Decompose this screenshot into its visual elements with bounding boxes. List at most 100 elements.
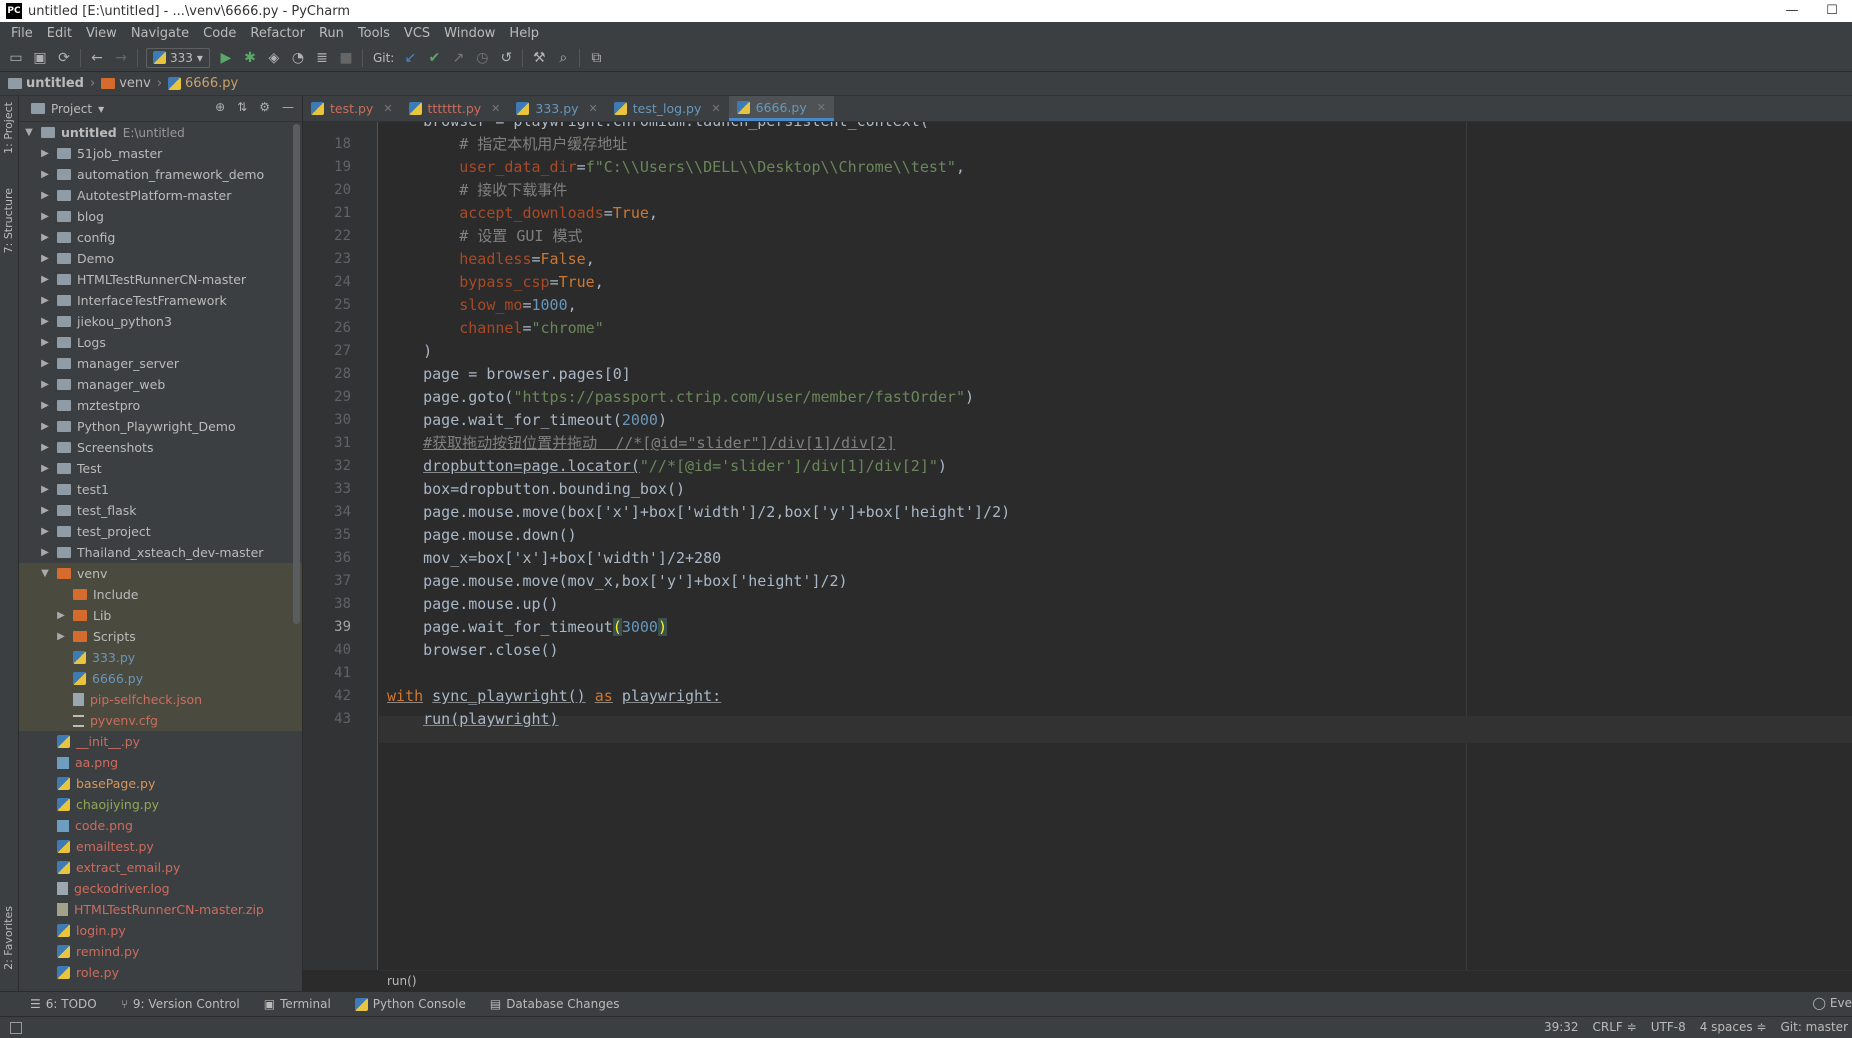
expand-arrow-icon[interactable]: ▶ xyxy=(39,211,51,222)
tree-folder[interactable]: ▶ test_project xyxy=(19,521,302,542)
tool-tab-project[interactable]: 1: Project xyxy=(2,102,15,154)
tree-folder-include[interactable]: Include xyxy=(19,584,302,605)
git-push-icon[interactable]: ↗ xyxy=(446,47,470,69)
expand-arrow-icon[interactable]: ▶ xyxy=(39,253,51,264)
tree-file[interactable]: __init__.py xyxy=(19,731,302,752)
close-icon[interactable]: ✕ xyxy=(817,101,826,114)
search-icon[interactable]: ⌕ xyxy=(551,47,575,69)
expand-arrow-icon[interactable]: ▶ xyxy=(39,148,51,159)
expand-arrow-icon[interactable]: ▶ xyxy=(39,463,51,474)
tree-file[interactable]: emailtest.py xyxy=(19,836,302,857)
git-update-icon[interactable]: ↙ xyxy=(398,47,422,69)
menu-refactor[interactable]: Refactor xyxy=(243,26,312,41)
expand-arrow-icon[interactable]: ▶ xyxy=(39,442,51,453)
indent-setting[interactable]: 4 spaces ≑ xyxy=(1700,1020,1767,1034)
event-log-button[interactable]: ◯ Eve xyxy=(1812,996,1852,1010)
save-all-icon[interactable]: ▣ xyxy=(28,47,52,69)
tree-file[interactable]: aa.png xyxy=(19,752,302,773)
tree-file[interactable]: extract_email.py xyxy=(19,857,302,878)
tab-test-log-py[interactable]: test_log.py ✕ xyxy=(606,96,729,121)
expand-arrow-icon[interactable]: ▶ xyxy=(39,379,51,390)
expand-arrow-icon[interactable]: ▶ xyxy=(39,190,51,201)
locate-icon[interactable]: ⊕ xyxy=(215,100,225,114)
vcs-branch[interactable]: Git: master xyxy=(1780,1020,1848,1034)
file-encoding[interactable]: UTF-8 xyxy=(1651,1020,1686,1034)
expand-arrow-icon[interactable]: ▶ xyxy=(39,526,51,537)
tool-tab-version-control[interactable]: ⑂ 9: Version Control xyxy=(121,997,240,1011)
menu-view[interactable]: View xyxy=(79,26,124,41)
expand-arrow-icon[interactable]: ▶ xyxy=(39,484,51,495)
close-icon[interactable]: ✕ xyxy=(383,102,392,115)
run-icon[interactable]: ▶ xyxy=(214,47,238,69)
code-breadcrumb[interactable]: run() xyxy=(379,970,1852,991)
tree-file[interactable]: pip-selfcheck.json xyxy=(19,689,302,710)
tree-file[interactable]: role.py xyxy=(19,962,302,983)
menu-tools[interactable]: Tools xyxy=(351,26,397,41)
tool-tab-structure[interactable]: 7: Structure xyxy=(2,188,15,253)
tree-file[interactable]: code.png xyxy=(19,815,302,836)
code-editor[interactable]: browser = playwright.chromium.launch_per… xyxy=(379,122,1852,970)
menu-run[interactable]: Run xyxy=(312,26,351,41)
tool-tab-python-console[interactable]: Python Console xyxy=(354,997,466,1011)
profile-icon[interactable]: ◔ xyxy=(286,47,310,69)
tab-333-py[interactable]: 333.py ✕ xyxy=(508,96,605,121)
minimize-button[interactable]: — xyxy=(1772,0,1812,22)
line-separator[interactable]: CRLF ≑ xyxy=(1593,1020,1637,1034)
line-number-gutter[interactable]: 18 19 20 21 22 23 24 25 26 27 28 29 30 31 32 33 34 35 36 37… xyxy=(303,122,378,970)
tree-folder[interactable]: ▶ InterfaceTestFramework xyxy=(19,290,302,311)
tab-ttttttt-py[interactable]: ttttttt.py ✕ xyxy=(401,96,509,121)
expand-arrow-icon[interactable]: ▶ xyxy=(39,505,51,516)
rollback-icon[interactable]: ↺ xyxy=(494,47,518,69)
sync-icon[interactable]: ⟳ xyxy=(52,47,76,69)
tree-folder[interactable]: ▶ Logs xyxy=(19,332,302,353)
tree-folder[interactable]: ▶ Thailand_xsteach_dev-master xyxy=(19,542,302,563)
tree-folder[interactable]: ▶ automation_framework_demo xyxy=(19,164,302,185)
menu-code[interactable]: Code xyxy=(196,26,243,41)
tree-file[interactable]: 6666.py xyxy=(19,668,302,689)
project-view-select[interactable]: Project ▾ xyxy=(31,102,104,116)
expand-arrow-icon[interactable]: ▼ xyxy=(23,127,35,138)
tree-folder[interactable]: ▶ Test xyxy=(19,458,302,479)
tool-tab-terminal[interactable]: ▣ Terminal xyxy=(264,997,331,1011)
expand-arrow-icon[interactable]: ▶ xyxy=(39,316,51,327)
tree-folder-scripts[interactable]: ▶ Scripts xyxy=(19,626,302,647)
run-config-select[interactable]: 333 ▾ xyxy=(146,47,210,68)
gear-icon[interactable]: ⚙ xyxy=(259,100,270,114)
tab-test-py[interactable]: test.py ✕ xyxy=(303,96,401,121)
tree-folder[interactable]: ▶ jiekou_python3 xyxy=(19,311,302,332)
git-commit-icon[interactable]: ✔ xyxy=(422,47,446,69)
settings-wrench-icon[interactable]: ⚒ xyxy=(527,47,551,69)
tree-folder[interactable]: ▶ Screenshots xyxy=(19,437,302,458)
tree-folder[interactable]: ▶ test_flask xyxy=(19,500,302,521)
tree-folder[interactable]: ▶ config xyxy=(19,227,302,248)
expand-arrow-icon[interactable]: ▶ xyxy=(39,232,51,243)
concurrency-icon[interactable]: ≣ xyxy=(310,47,334,69)
tree-file[interactable]: geckodriver.log xyxy=(19,878,302,899)
tree-folder[interactable]: ▶ manager_web xyxy=(19,374,302,395)
tree-folder[interactable]: ▶ Python_Playwright_Demo xyxy=(19,416,302,437)
tree-file[interactable]: 333.py xyxy=(19,647,302,668)
tree-file[interactable]: pyvenv.cfg xyxy=(19,710,302,731)
tree-scrollbar[interactable] xyxy=(293,124,300,624)
expand-arrow-icon[interactable]: ▶ xyxy=(39,400,51,411)
close-icon[interactable]: ✕ xyxy=(711,102,720,115)
menu-file[interactable]: File xyxy=(4,26,40,41)
coverage-icon[interactable]: ◈ xyxy=(262,47,286,69)
tree-folder[interactable]: ▶ Demo xyxy=(19,248,302,269)
tool-tab-database-changes[interactable]: ▤ Database Changes xyxy=(490,997,620,1011)
breadcrumb-file[interactable]: 6666.py xyxy=(168,76,238,91)
menu-vcs[interactable]: VCS xyxy=(397,26,437,41)
translate-icon[interactable]: ⧉ xyxy=(584,47,608,69)
tool-tab-todo[interactable]: ☰ 6: TODO xyxy=(30,997,97,1011)
tree-file[interactable]: login.py xyxy=(19,920,302,941)
menu-navigate[interactable]: Navigate xyxy=(124,26,196,41)
tree-folder[interactable]: ▶ test1 xyxy=(19,479,302,500)
close-icon[interactable]: ✕ xyxy=(589,102,598,115)
tab-6666-py[interactable]: 6666.py ✕ xyxy=(728,96,834,121)
expand-arrow-icon[interactable]: ▶ xyxy=(39,547,51,558)
menu-edit[interactable]: Edit xyxy=(40,26,79,41)
tree-file[interactable]: HTMLTestRunnerCN-master.zip xyxy=(19,899,302,920)
tree-folder-venv[interactable]: ▼ venv xyxy=(19,563,302,584)
menu-help[interactable]: Help xyxy=(502,26,546,41)
expand-arrow-icon[interactable]: ▶ xyxy=(39,358,51,369)
